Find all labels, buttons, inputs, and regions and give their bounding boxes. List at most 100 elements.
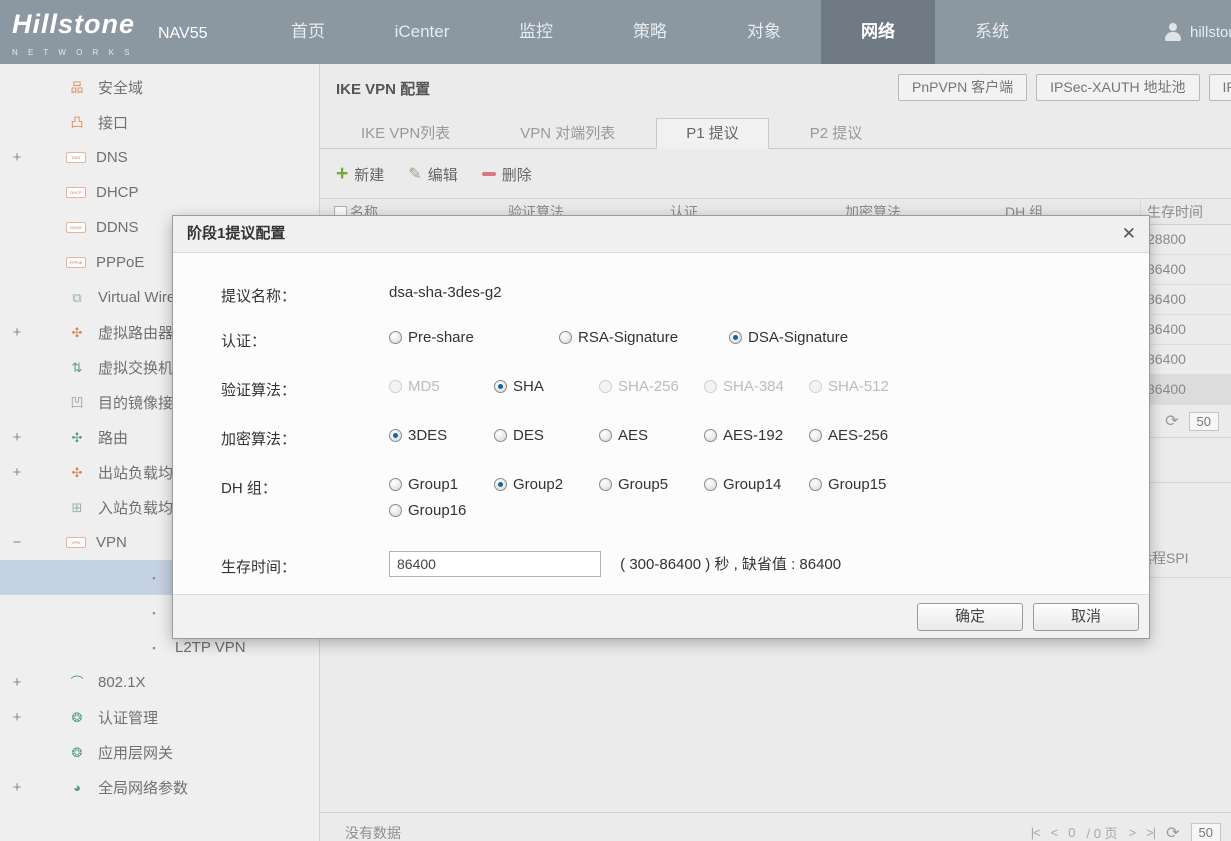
- tab[interactable]: P1 提议: [656, 118, 769, 149]
- header-button[interactable]: IPSe: [1209, 74, 1231, 101]
- radio-icon[interactable]: [809, 478, 822, 491]
- radio-icon[interactable]: [389, 429, 402, 442]
- radio-icon[interactable]: [389, 478, 402, 491]
- radio-option[interactable]: MD5: [389, 378, 494, 395]
- radio-icon[interactable]: [389, 380, 402, 393]
- first-page-icon[interactable]: |<: [1031, 825, 1040, 840]
- radio-icon[interactable]: [494, 380, 507, 393]
- radio-option[interactable]: DES: [494, 427, 599, 444]
- sidebar-item[interactable]: ❂ 应用层网关: [0, 735, 319, 770]
- radio-option[interactable]: Group16: [389, 502, 494, 519]
- prev-page-icon[interactable]: <: [1051, 825, 1058, 840]
- radio-icon[interactable]: [729, 331, 742, 344]
- header-button[interactable]: IPSec-XAUTH 地址池: [1036, 74, 1199, 101]
- menu-item[interactable]: 系统: [935, 0, 1049, 64]
- radio-option[interactable]: AES-256: [809, 427, 914, 444]
- ok-button[interactable]: 确定: [917, 603, 1023, 631]
- sidebar-item[interactable]: + ◕ 全局网络参数: [0, 770, 319, 805]
- menu-item[interactable]: 首页: [251, 0, 365, 64]
- lifetime-input[interactable]: [389, 551, 601, 577]
- auth-management-icon: ❂: [66, 711, 88, 725]
- radio-icon[interactable]: [809, 380, 822, 393]
- radio-option[interactable]: Pre-share: [389, 329, 559, 346]
- close-icon[interactable]: ✕: [1122, 224, 1136, 244]
- page-size-box[interactable]: 50: [1189, 412, 1219, 431]
- sidebar-item-label: 应用层网关: [98, 742, 173, 763]
- radio-option[interactable]: AES-192: [704, 427, 809, 444]
- lower-table-statusbar: 没有数据 |< < 0 / 0 页 > >| ⟳ 50: [320, 812, 1231, 841]
- expand-toggle-icon[interactable]: +: [6, 324, 28, 341]
- radio-icon[interactable]: [704, 380, 717, 393]
- radio-option[interactable]: SHA-256: [599, 378, 704, 395]
- expand-toggle-icon[interactable]: +: [6, 709, 28, 726]
- expand-toggle-icon[interactable]: +: [6, 674, 28, 691]
- radio-icon[interactable]: [599, 478, 612, 491]
- expand-toggle-icon[interactable]: +: [6, 149, 28, 166]
- radio-option[interactable]: Group14: [704, 476, 809, 493]
- last-page-icon[interactable]: >|: [1146, 825, 1155, 840]
- radio-icon[interactable]: [559, 331, 572, 344]
- page-title: IKE VPN 配置: [336, 78, 430, 99]
- radio-icon[interactable]: [494, 478, 507, 491]
- radio-icon[interactable]: [494, 429, 507, 442]
- refresh-icon[interactable]: ⟳: [1165, 411, 1178, 431]
- radio-icon[interactable]: [704, 429, 717, 442]
- cancel-button[interactable]: 取消: [1033, 603, 1139, 631]
- radio-icon[interactable]: [389, 331, 402, 344]
- menu-item[interactable]: 网络: [821, 0, 935, 64]
- sidebar-item[interactable]: DHCP DHCP: [0, 175, 319, 210]
- expand-toggle-icon[interactable]: +: [6, 464, 28, 481]
- next-page-icon[interactable]: >: [1129, 825, 1136, 840]
- encryption-algorithm-row: 加密算法： 3DES DES AES AES-192 AES-256: [221, 427, 1131, 453]
- radio-option[interactable]: Group15: [809, 476, 914, 493]
- page-size-box[interactable]: 50: [1191, 823, 1221, 841]
- radio-option[interactable]: RSA-Signature: [559, 329, 729, 346]
- sidebar-item[interactable]: 品 安全域: [0, 70, 319, 105]
- header-button[interactable]: PnPVPN 客户端: [898, 74, 1027, 101]
- user-account[interactable]: hillstone: [1163, 0, 1231, 64]
- edit-button[interactable]: ✎ 编辑: [408, 164, 457, 185]
- refresh-icon[interactable]: ⟳: [1166, 823, 1179, 841]
- sidebar-item[interactable]: + ⌒ 802.1X: [0, 665, 319, 700]
- radio-option[interactable]: SHA-512: [809, 378, 914, 395]
- sidebar-item[interactable]: + DNS DNS: [0, 140, 319, 175]
- proposal-name-row: 提议名称： dsa-sha-3des-g2: [221, 284, 1131, 306]
- radio-icon[interactable]: [704, 478, 717, 491]
- radio-option[interactable]: DSA-Signature: [729, 329, 899, 346]
- radio-option[interactable]: Group1: [389, 476, 494, 493]
- sidebar-item[interactable]: 凸 接口: [0, 105, 319, 140]
- expand-toggle-icon[interactable]: +: [6, 429, 28, 446]
- tab[interactable]: VPN 对端列表: [491, 119, 644, 150]
- menu-item[interactable]: iCenter: [365, 0, 479, 64]
- ipsec-vpn-bullet-icon: ▪: [143, 571, 165, 585]
- minus-icon: [482, 172, 496, 176]
- tab[interactable]: IKE VPN列表: [332, 119, 479, 150]
- lifetime-cell: 28800: [1147, 225, 1186, 254]
- radio-option[interactable]: AES: [599, 427, 704, 444]
- radio-option[interactable]: SHA: [494, 378, 599, 395]
- wifi-802-1x-icon: ⌒: [66, 676, 88, 690]
- dh-group-row: DH 组： Group1 Group2 Group5 Group14 Group…: [221, 476, 1131, 528]
- radio-icon[interactable]: [599, 380, 612, 393]
- radio-option[interactable]: 3DES: [389, 427, 494, 444]
- radio-icon[interactable]: [809, 429, 822, 442]
- dialog-footer: 确定 取消: [173, 594, 1149, 638]
- expand-toggle-icon[interactable]: −: [6, 534, 28, 551]
- menu-item[interactable]: 策略: [593, 0, 707, 64]
- sidebar-item-label: Virtual Wire: [98, 289, 175, 306]
- menu-item[interactable]: 对象: [707, 0, 821, 64]
- radio-option[interactable]: SHA-384: [704, 378, 809, 395]
- delete-button[interactable]: 删除: [482, 164, 532, 185]
- sidebar-item-label: 虚拟交换机: [98, 357, 173, 378]
- expand-toggle-icon[interactable]: +: [6, 779, 28, 796]
- radio-option[interactable]: Group2: [494, 476, 599, 493]
- sidebar-item[interactable]: + ❂ 认证管理: [0, 700, 319, 735]
- radio-icon[interactable]: [599, 429, 612, 442]
- menu-item[interactable]: 监控: [479, 0, 593, 64]
- radio-icon[interactable]: [389, 504, 402, 517]
- lifetime-cell: 86400: [1147, 315, 1186, 344]
- tab[interactable]: P2 提议: [781, 119, 892, 150]
- radio-option[interactable]: Group5: [599, 476, 704, 493]
- current-page[interactable]: 0: [1068, 825, 1075, 840]
- new-button[interactable]: + 新建: [336, 164, 384, 185]
